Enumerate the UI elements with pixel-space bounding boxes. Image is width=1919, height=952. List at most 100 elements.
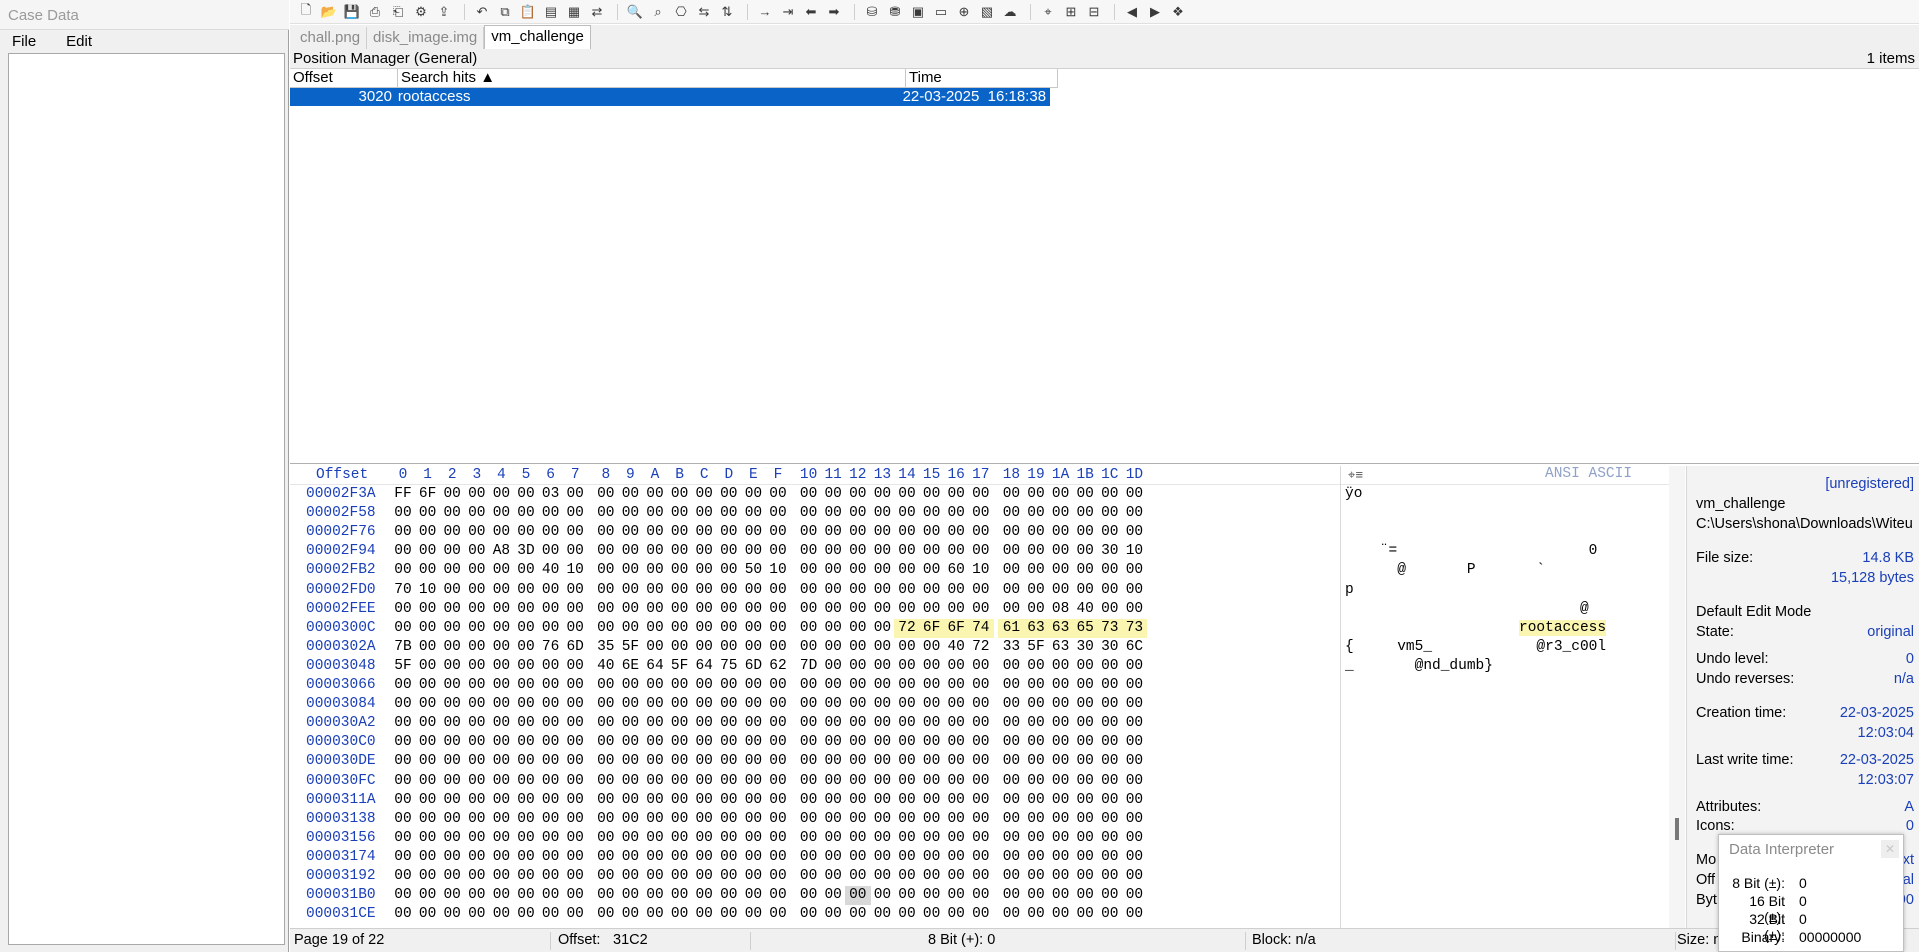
hex-byte[interactable]: 00 (869, 619, 895, 638)
hex-byte[interactable]: 50 (740, 561, 766, 580)
hex-byte[interactable]: 00 (998, 848, 1024, 867)
hex-byte[interactable]: 00 (820, 905, 846, 924)
hex-byte[interactable]: 00 (998, 886, 1024, 905)
menu-edit[interactable]: Edit (60, 33, 98, 50)
hex-byte[interactable]: 00 (869, 791, 895, 810)
hex-byte[interactable]: 00 (593, 542, 619, 561)
hex-byte[interactable]: 00 (740, 676, 766, 695)
hex-byte[interactable]: 00 (1121, 905, 1147, 924)
hex-byte[interactable]: 00 (796, 752, 822, 771)
hex-byte[interactable]: 00 (1023, 848, 1049, 867)
hex-byte[interactable]: 00 (617, 848, 643, 867)
hex-byte[interactable]: 00 (796, 905, 822, 924)
hex-byte[interactable]: 00 (538, 542, 564, 561)
hex-byte[interactable]: 00 (593, 829, 619, 848)
hex-byte[interactable]: 00 (919, 600, 945, 619)
hex-byte[interactable]: 00 (796, 523, 822, 542)
hex-byte[interactable]: 00 (968, 867, 994, 886)
hex-byte[interactable]: 00 (562, 791, 588, 810)
hex-byte[interactable]: 00 (538, 600, 564, 619)
hex-byte[interactable]: 00 (820, 714, 846, 733)
hex-byte[interactable]: 00 (998, 676, 1024, 695)
hex-byte[interactable]: 00 (593, 810, 619, 829)
hex-byte[interactable]: 00 (488, 752, 514, 771)
hex-byte[interactable]: 00 (968, 886, 994, 905)
hex-byte[interactable]: 00 (820, 581, 846, 600)
copy-icon[interactable]: ⧉ (495, 3, 515, 21)
column-search-hits[interactable]: Search hits ▲ (398, 69, 906, 88)
hex-byte[interactable]: 00 (464, 695, 490, 714)
hex-byte[interactable]: 00 (820, 619, 846, 638)
hex-byte[interactable]: 00 (716, 810, 742, 829)
hex-byte[interactable]: 00 (740, 638, 766, 657)
hex-byte[interactable]: 00 (845, 657, 871, 676)
hex-byte[interactable]: 00 (617, 714, 643, 733)
hex-byte[interactable]: 00 (869, 638, 895, 657)
hex-byte[interactable]: 00 (642, 485, 668, 504)
hex-byte[interactable]: 00 (1023, 581, 1049, 600)
hex-byte[interactable]: 40 (538, 561, 564, 580)
hex-byte[interactable]: 00 (765, 676, 791, 695)
hex-byte[interactable]: 00 (667, 619, 693, 638)
hex-byte[interactable]: 00 (1023, 752, 1049, 771)
hex-byte[interactable]: 00 (968, 829, 994, 848)
hex-byte[interactable]: 00 (765, 905, 791, 924)
hex-byte[interactable]: 00 (1072, 810, 1098, 829)
hex-byte[interactable]: 00 (765, 695, 791, 714)
hex-byte[interactable]: 00 (1023, 886, 1049, 905)
hex-byte[interactable]: 00 (1072, 561, 1098, 580)
hex-byte[interactable]: 00 (894, 905, 920, 924)
hex-row[interactable]: 000030C0 00 00 00 00 00 00 00 00 00 00 00 00 00 00 00 00… (290, 733, 1665, 752)
hex-byte[interactable]: 00 (1072, 485, 1098, 504)
zoom-icon[interactable]: ⊕ (954, 3, 974, 21)
hex-byte[interactable]: 00 (716, 791, 742, 810)
hex-byte[interactable]: 00 (845, 561, 871, 580)
hex-byte[interactable]: 00 (415, 619, 441, 638)
hex-byte[interactable]: 00 (845, 600, 871, 619)
hex-byte[interactable]: 00 (716, 619, 742, 638)
hex-byte[interactable]: 6F (415, 485, 441, 504)
ascii-text[interactable]: @ P ` (1345, 561, 1660, 580)
hex-byte[interactable]: 00 (513, 772, 539, 791)
hex-byte[interactable]: 00 (562, 600, 588, 619)
hex-byte[interactable]: 00 (820, 600, 846, 619)
hex-byte[interactable]: 00 (1048, 504, 1074, 523)
hex-byte[interactable]: 00 (1072, 886, 1098, 905)
hex-byte[interactable]: 00 (943, 905, 969, 924)
hex-byte[interactable]: 5F (667, 657, 693, 676)
hex-byte[interactable]: 00 (439, 886, 465, 905)
hex-byte[interactable]: 00 (439, 600, 465, 619)
hex-byte[interactable]: 00 (845, 485, 871, 504)
hex-byte[interactable]: 65 (1072, 618, 1099, 638)
hex-byte[interactable]: 00 (538, 657, 564, 676)
hex-byte[interactable]: 00 (894, 676, 920, 695)
hex-byte[interactable]: 00 (538, 619, 564, 638)
hex-byte[interactable]: 00 (796, 772, 822, 791)
hex-byte[interactable]: 73 (1121, 618, 1148, 638)
hex-byte[interactable]: 00 (464, 772, 490, 791)
hex-byte[interactable]: 00 (998, 485, 1024, 504)
find-hex-icon[interactable]: ⎔ (671, 3, 691, 21)
hex-byte[interactable]: 00 (415, 523, 441, 542)
hex-byte[interactable]: 00 (464, 581, 490, 600)
hex-byte[interactable]: 00 (1097, 752, 1123, 771)
hex-byte[interactable]: 00 (869, 504, 895, 523)
hex-byte[interactable]: 00 (390, 733, 416, 752)
hex-byte[interactable]: 00 (617, 504, 643, 523)
hex-byte[interactable]: 00 (439, 733, 465, 752)
hex-byte[interactable]: 00 (820, 485, 846, 504)
hex-byte[interactable]: 00 (845, 905, 871, 924)
hex-byte[interactable]: 00 (593, 600, 619, 619)
goto-offset-icon[interactable]: → (755, 3, 775, 21)
hex-byte[interactable]: 00 (1023, 772, 1049, 791)
hex-byte[interactable]: 00 (716, 504, 742, 523)
hex-byte[interactable]: 00 (716, 867, 742, 886)
hex-byte[interactable]: 00 (1121, 886, 1147, 905)
case-tree-view[interactable] (8, 53, 285, 945)
hex-byte[interactable]: 00 (667, 695, 693, 714)
hex-byte[interactable]: 00 (765, 752, 791, 771)
hex-byte[interactable]: 00 (1048, 676, 1074, 695)
hex-byte[interactable]: 00 (796, 848, 822, 867)
hex-byte[interactable]: 00 (667, 733, 693, 752)
hex-byte[interactable]: 00 (538, 504, 564, 523)
